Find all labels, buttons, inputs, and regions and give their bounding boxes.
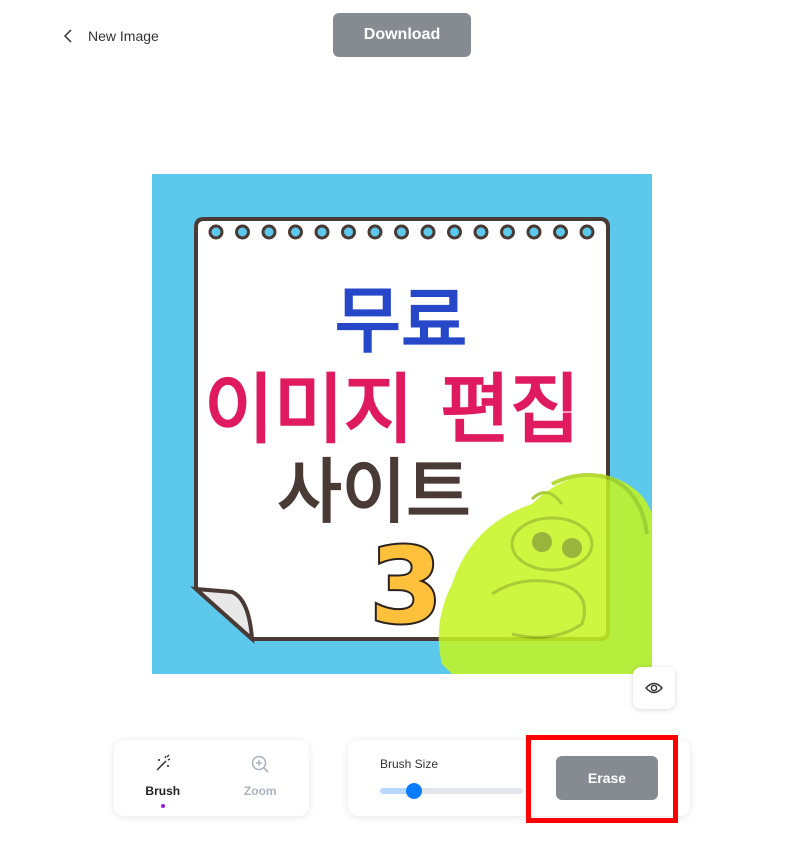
spiral-ring <box>314 224 330 240</box>
spiral-ring <box>553 224 568 240</box>
brush-settings-panel: Brush Size Erase <box>348 740 690 816</box>
magic-wand-icon <box>156 754 171 771</box>
spiral-ring <box>367 224 383 240</box>
spiral-ring <box>500 224 515 240</box>
spiral-ring <box>473 224 489 240</box>
brush-size-label: Brush Size <box>380 757 439 771</box>
tool-zoom[interactable]: Zoom <box>220 754 300 798</box>
chevron-left-icon <box>63 29 72 43</box>
spiral-ring <box>447 224 462 240</box>
image-title-line3: 사이트 <box>277 451 470 533</box>
spiral-ring <box>394 224 409 240</box>
spiral-ring <box>288 224 303 240</box>
back-button[interactable]: New Image <box>62 24 159 48</box>
spiral-ring <box>341 224 356 240</box>
edited-image: 무료 이미지 편집 사이트 3 <box>190 217 652 674</box>
preview-toggle-button[interactable] <box>633 667 675 709</box>
spiral-ring <box>420 224 436 240</box>
tool-zoom-label: Zoom <box>243 784 277 798</box>
editor-page: New Image Download 무료 이미지 편집 사이트 3 Brush… <box>0 0 805 844</box>
image-title-line2: 이미지 편집 <box>204 365 580 454</box>
tool-brush[interactable]: Brush <box>123 754 203 808</box>
eye-icon <box>645 682 663 694</box>
brush-size-slider[interactable] <box>380 783 523 799</box>
image-number: 3 <box>370 525 442 647</box>
download-button[interactable]: Download <box>333 13 471 57</box>
back-label: New Image <box>88 28 159 44</box>
tool-brush-label: Brush <box>145 784 181 798</box>
active-tool-indicator <box>160 804 165 808</box>
spiral-rings <box>208 224 595 240</box>
tools-panel: Brush Zoom <box>114 740 309 816</box>
spiral-ring <box>526 224 542 240</box>
image-canvas[interactable]: 무료 이미지 편집 사이트 3 <box>152 174 652 674</box>
image-title-line1: 무료 <box>335 279 467 363</box>
spiral-ring <box>261 224 277 240</box>
spiral-ring <box>208 224 224 240</box>
zoom-in-icon <box>252 755 269 773</box>
spiral-ring <box>579 224 595 240</box>
brush-size-slider-thumb[interactable] <box>406 783 423 799</box>
erase-button[interactable]: Erase <box>556 756 658 800</box>
spiral-ring <box>235 224 250 240</box>
